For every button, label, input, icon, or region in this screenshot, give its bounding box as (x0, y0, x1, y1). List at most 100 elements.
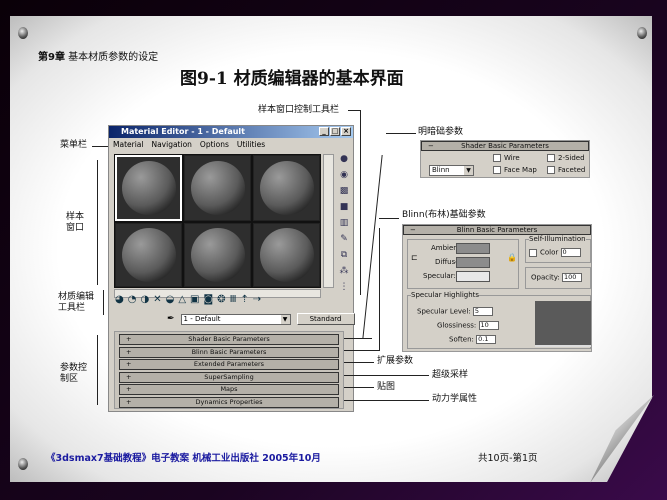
chapter-number: 第9章 (38, 52, 65, 63)
spec-level-input[interactable]: 5 (472, 307, 493, 316)
label-extended: 扩展参数 (377, 356, 414, 366)
chapter-title: 基本材质参数的设定 (68, 52, 159, 63)
rollout-blinn-basic[interactable]: + Blinn Basic Parameters (119, 346, 339, 358)
soften-input[interactable]: 0.1 (476, 335, 497, 344)
lock-icon[interactable]: 🔒 (507, 253, 517, 262)
material-editor-window: Material Editor - 1 - Default _ □ × Materi… (108, 125, 355, 412)
assign-material-icon[interactable]: ◑ (140, 294, 149, 305)
chapter-heading: 第9章 基本材质参数的设定 (38, 48, 158, 63)
faceted-checkbox[interactable] (547, 166, 555, 174)
figure-title: 图9-1 材质编辑器的基本界面 (180, 69, 404, 89)
sample-control-toolbar: ● ◉ ▩ ■ ▥ ✎ ⧉ ⁂ ⋮ (337, 154, 351, 295)
self-illum-input[interactable]: 0 (560, 248, 581, 257)
glossiness-input[interactable]: 10 (478, 321, 499, 330)
sample-slot[interactable] (253, 223, 320, 287)
label-menu-bar: 菜单栏 (60, 140, 88, 150)
sphere-preview (259, 228, 314, 282)
background-checker-icon[interactable]: ▩ (337, 186, 351, 199)
backlight-icon[interactable]: ◉ (337, 170, 351, 183)
show-map-icon[interactable]: ❂ (217, 294, 225, 305)
sample-slot[interactable] (115, 155, 182, 221)
material-type-button[interactable]: Standard (296, 313, 355, 325)
label-dynamics: 动力学属性 (432, 394, 478, 404)
material-name-dropdown[interactable]: 1 - Default ▼ (180, 313, 291, 325)
opacity-input[interactable]: 100 (562, 273, 583, 282)
material-name: 1 - Default (183, 314, 221, 323)
go-to-sibling-icon[interactable]: ⇢ (253, 294, 261, 305)
material-toolbar: ◕ ◔ ◑ ✕ ◒ △ ▣ ◙ ❂ Ⅲ ⇡ ⇢ (115, 294, 261, 305)
put-to-library-icon[interactable]: ▣ (190, 294, 199, 305)
footer-book-info: 《3dsmax7基础教程》电子教案 机械工业出版社 2005年10月 (46, 453, 321, 464)
highlight-curve-preview (535, 301, 591, 347)
maximize-button[interactable]: □ (330, 127, 340, 136)
video-color-check-icon[interactable]: ▥ (337, 218, 351, 231)
menu-options[interactable]: Options (200, 138, 229, 151)
label-supersampling: 超级采样 (432, 370, 469, 380)
make-preview-icon[interactable]: ✎ (337, 234, 351, 247)
options-icon[interactable]: ⧉ (337, 250, 351, 263)
label-param-area: 参数控制区 (60, 363, 88, 384)
reset-icon[interactable]: ✕ (153, 294, 161, 305)
wire-checkbox[interactable] (493, 154, 501, 162)
eyedropper-icon[interactable]: ✒ (167, 314, 175, 324)
shader-dropdown[interactable]: Blinn ▼ (429, 165, 474, 176)
chevron-down-icon: ▼ (464, 166, 473, 175)
menu-utilities[interactable]: Utilities (237, 138, 265, 151)
menu-material[interactable]: Material (113, 138, 143, 151)
rollout-extended[interactable]: + Extended Parameters (119, 359, 339, 370)
rollout-supersampling[interactable]: + SuperSampling (119, 371, 339, 383)
sphere-preview (190, 161, 245, 215)
sample-slot[interactable] (253, 155, 320, 221)
sample-slot[interactable] (184, 155, 251, 221)
label-maps: 贴图 (377, 382, 396, 392)
chevron-down-icon: ▼ (280, 314, 290, 324)
panel-header[interactable]: − Shader Basic Parameters (421, 141, 589, 151)
title-bar: Material Editor - 1 - Default _ □ × (109, 126, 353, 138)
window-title: Material Editor - 1 - Default (121, 127, 245, 136)
rollout-shader-basic[interactable]: + Shader Basic Parameters (119, 334, 339, 345)
label-material-toolbar: 材质编辑工具栏 (58, 292, 95, 313)
close-button[interactable]: × (341, 127, 351, 136)
material-navigator-icon[interactable]: ⋮ (337, 282, 351, 295)
two-sided-checkbox[interactable] (547, 154, 555, 162)
rivet-icon (18, 458, 28, 470)
rollout-area: + Shader Basic Parameters + Blinn Basic Pa… (114, 331, 344, 409)
go-to-parent-icon[interactable]: ⇡ (240, 294, 248, 305)
blinn-basic-panel: − Blinn Basic Parameters ⊏ Ambient: Diffu… (402, 224, 592, 352)
sphere-preview (259, 161, 314, 215)
show-end-result-icon[interactable]: Ⅲ (230, 294, 237, 305)
menu-bar: Material Navigation Options Utilities (109, 138, 353, 151)
diffuse-swatch[interactable] (456, 257, 490, 268)
rollout-maps[interactable]: + Maps (119, 384, 339, 395)
sample-type-icon[interactable]: ● (337, 154, 351, 167)
panel-header[interactable]: − Blinn Basic Parameters (403, 225, 591, 235)
label-sample-toolbar: 样本窗口控制工具栏 (258, 105, 340, 115)
rivet-icon (18, 27, 28, 39)
self-illum-label: Self-Illumination (529, 235, 586, 243)
label-sample-window: 样本窗口 (66, 212, 85, 233)
make-unique-icon[interactable]: △ (178, 294, 186, 305)
self-illum-color-checkbox[interactable] (529, 248, 537, 257)
get-material-icon[interactable]: ◕ (115, 294, 124, 305)
material-effects-channel-icon[interactable]: ◙ (203, 294, 213, 305)
sample-slot[interactable] (184, 223, 251, 287)
sample-slot[interactable] (115, 223, 182, 287)
face-map-checkbox[interactable] (493, 166, 501, 174)
put-to-scene-icon[interactable]: ◔ (128, 294, 137, 305)
shader-basic-panel: − Shader Basic Parameters Blinn ▼ Wire 2-S… (420, 140, 590, 178)
vertical-scrollbar[interactable] (323, 154, 334, 288)
sphere-preview (121, 161, 176, 215)
label-shader-params: 明暗础参数 (418, 127, 464, 137)
menu-navigation[interactable]: Navigation (151, 138, 191, 151)
lock-link-icon[interactable]: ⊏ (411, 253, 418, 262)
sphere-preview (121, 228, 176, 282)
uv-tiling-icon[interactable]: ■ (337, 202, 351, 215)
sample-slots (114, 154, 321, 288)
select-by-material-icon[interactable]: ⁂ (337, 266, 351, 279)
specular-swatch[interactable] (456, 271, 490, 282)
ambient-swatch[interactable] (456, 243, 490, 254)
minimize-button[interactable]: _ (319, 127, 329, 136)
rollout-dynamics[interactable]: + Dynamics Properties (119, 396, 339, 408)
copy-material-icon[interactable]: ◒ (166, 294, 175, 305)
rivet-icon (637, 27, 647, 39)
